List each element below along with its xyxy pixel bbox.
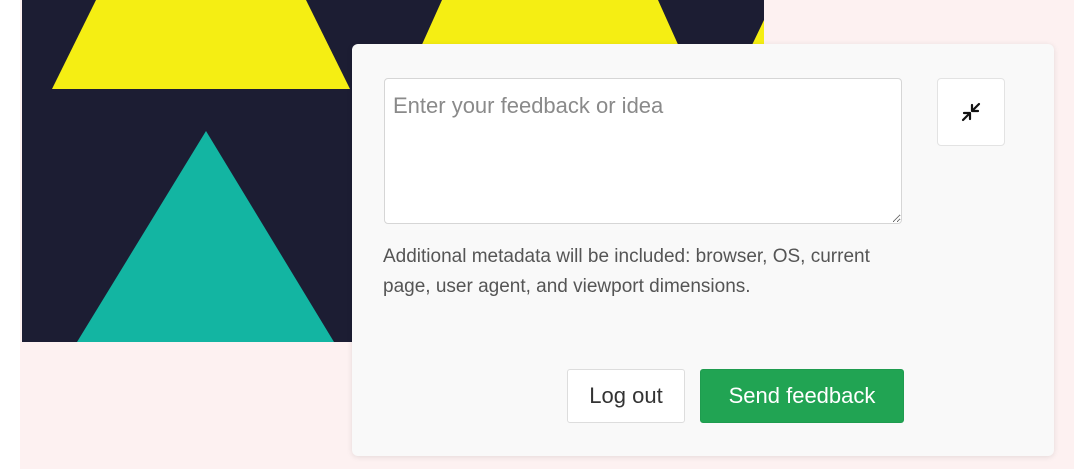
send-feedback-button[interactable]: Send feedback: [700, 369, 904, 423]
feedback-panel: Additional metadata will be included: br…: [352, 44, 1054, 456]
yellow-triangle-left: [52, 0, 350, 89]
metadata-note: Additional metadata will be included: br…: [383, 246, 870, 297]
collapse-arrows-icon: [960, 101, 982, 123]
collapse-button[interactable]: [937, 78, 1005, 146]
logout-button[interactable]: Log out: [567, 369, 685, 423]
feedback-input[interactable]: [384, 78, 902, 224]
